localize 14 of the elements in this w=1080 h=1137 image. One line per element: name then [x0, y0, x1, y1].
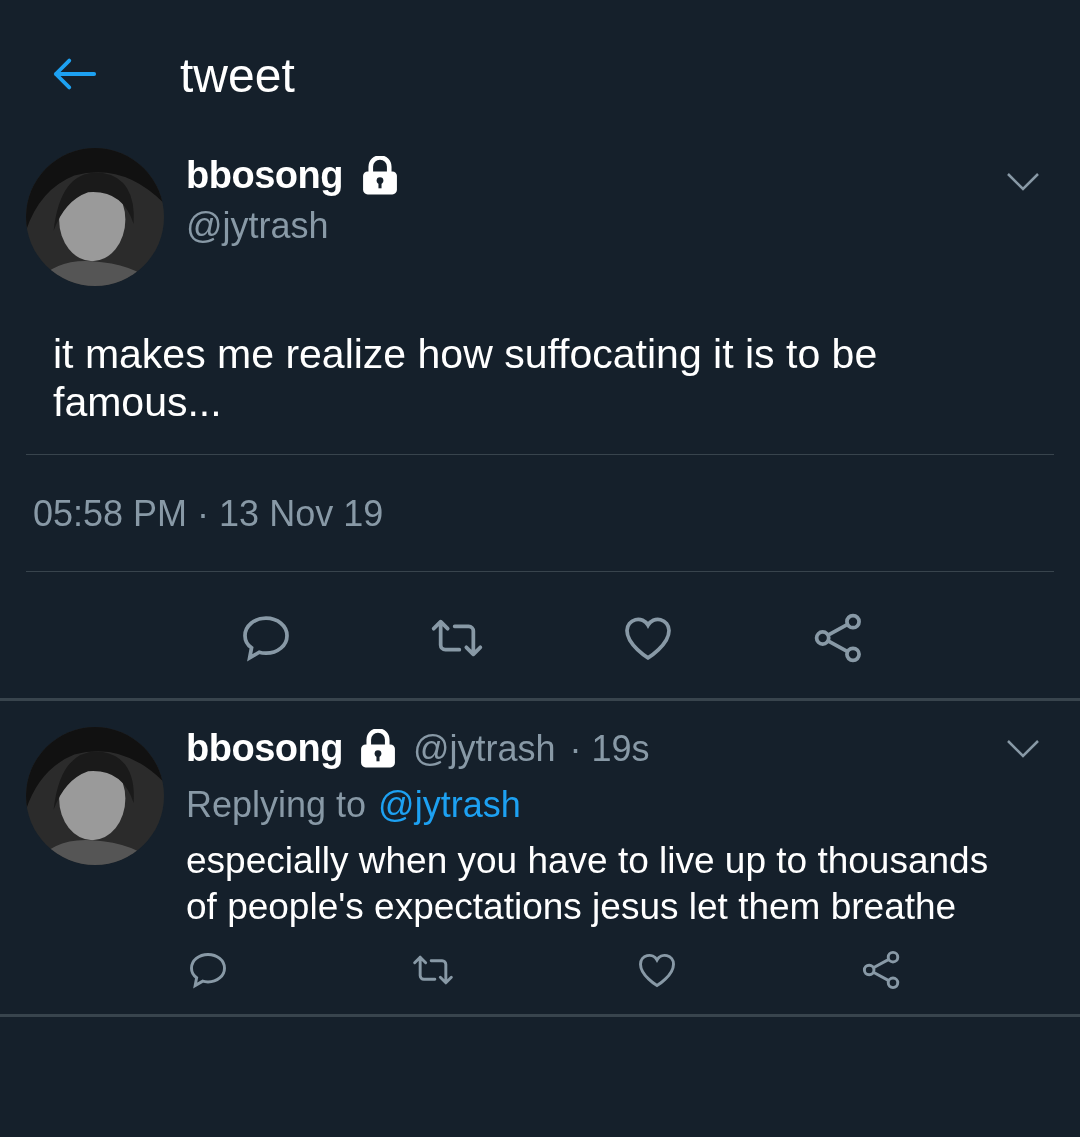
display-name: bbosong	[186, 727, 343, 770]
page-title: tweet	[180, 47, 295, 103]
chevron-down-icon[interactable]	[1006, 172, 1040, 192]
user-handle: @jytrash	[186, 205, 330, 247]
timestamp: 05:58 PM · 13 Nov 19	[32, 492, 385, 536]
display-name: bbosong	[186, 154, 343, 197]
replying-label: Replying to	[186, 784, 367, 826]
reply-text: especially when you have to live up to thousands of people's expectations jesus let them breathe	[186, 839, 990, 929]
chevron-down-icon[interactable]	[1006, 738, 1040, 759]
user-handle: @jytrash	[412, 727, 556, 770]
post-time: · 19s	[569, 727, 650, 770]
mention-link[interactable]: @jytrash	[378, 784, 521, 826]
back-arrow-icon[interactable]	[52, 57, 98, 91]
tweet-text: it makes me realize how suffocating it is to be famous...	[53, 330, 879, 426]
